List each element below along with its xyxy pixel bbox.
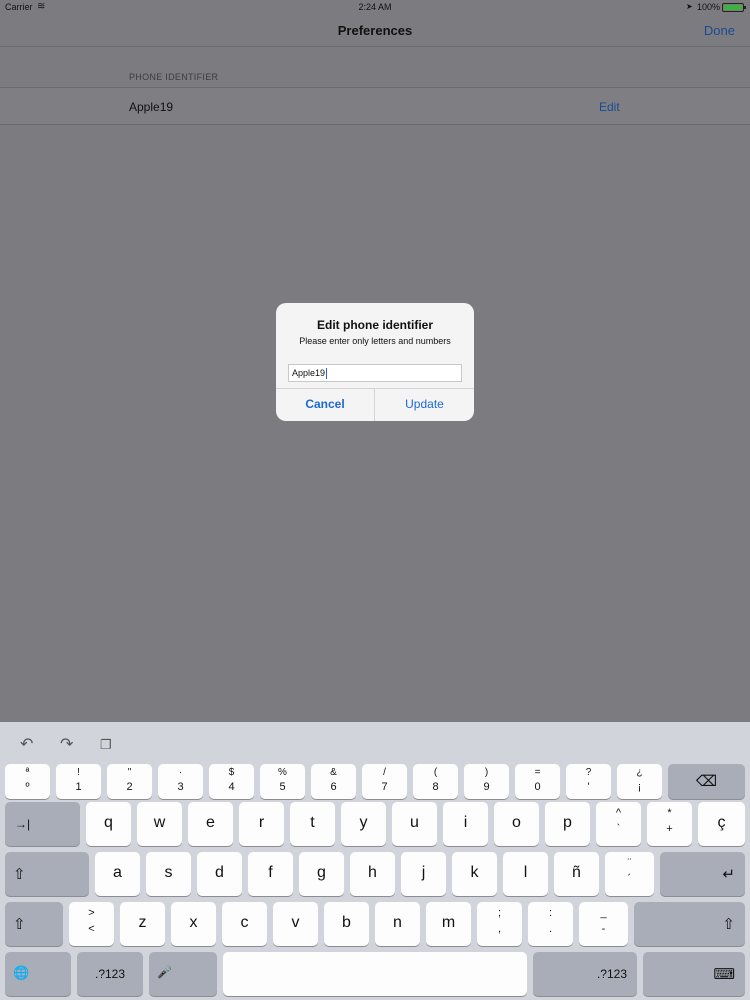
navigation-bar: Preferences Done — [0, 14, 750, 47]
key-q[interactable]: q — [86, 802, 131, 846]
key-star[interactable]: * + — [647, 802, 692, 846]
key-k[interactable]: k — [452, 852, 497, 896]
battery-percent: 100% — [697, 2, 721, 12]
key-t[interactable]: t — [290, 802, 335, 846]
hide-keyboard-key[interactable]: ⌨ — [643, 952, 745, 996]
caps-lock-icon: ⇧ — [13, 866, 26, 883]
delete-icon: ⌫ — [695, 773, 718, 790]
undo-icon[interactable]: ↶ — [20, 734, 33, 754]
battery-icon — [722, 3, 746, 12]
key-diaeresis[interactable]: ¨ ´ — [605, 852, 654, 896]
return-key[interactable]: ↵ — [660, 852, 745, 896]
numbers-key-right[interactable]: .?123 — [533, 952, 637, 996]
identifier-input-value: Apple19 — [292, 368, 326, 378]
shift-icon: ⇧ — [722, 916, 735, 933]
key-11[interactable]: = 0 — [515, 764, 560, 799]
globe-key[interactable]: 🌐 — [5, 952, 71, 996]
key-w[interactable]: w — [137, 802, 182, 846]
key-m[interactable]: m — [426, 902, 471, 946]
numbers-key-left[interactable]: .?123 — [77, 952, 143, 996]
caps-lock-key[interactable]: ⇧ — [5, 852, 89, 896]
key-b[interactable]: b — [324, 902, 369, 946]
key-9[interactable]: (8 — [413, 764, 458, 799]
key-p[interactable]: p — [545, 802, 590, 846]
redo-icon[interactable]: ↷ — [60, 734, 73, 754]
key-a[interactable]: a — [95, 852, 140, 896]
hide-keyboard-icon: ⌨ — [713, 966, 735, 983]
dialog-title: Edit phone identifier — [317, 318, 433, 332]
space-bar[interactable] — [223, 952, 527, 996]
text-cursor — [326, 368, 328, 380]
key-4[interactable]: · 3 — [158, 764, 203, 799]
key-angle[interactable]: > < — [69, 902, 114, 946]
keyboard: ↶ ↷ ❐ ªº ! 1 " 2 · 3 $4 % 5 & 6 /7 (8 ) 9 = 0 ?… — [0, 722, 750, 1000]
dialog-message: Please enter only letters and numbers — [299, 336, 451, 346]
key-caret[interactable]: ^ ` — [596, 802, 641, 846]
identifier-input[interactable]: Apple19 — [288, 364, 462, 382]
key-x[interactable]: x — [171, 902, 216, 946]
key-f[interactable]: f — [248, 852, 293, 896]
key-d[interactable]: d — [197, 852, 242, 896]
key-13[interactable]: ¿ ¡ — [617, 764, 662, 799]
tab-key[interactable]: →| — [5, 802, 80, 846]
key-h[interactable]: h — [350, 852, 395, 896]
key-n-tilde[interactable]: ñ — [554, 852, 599, 896]
globe-icon: 🌐 — [13, 965, 30, 980]
cancel-button[interactable]: Cancel — [276, 388, 374, 421]
key-o[interactable]: o — [494, 802, 539, 846]
key-5[interactable]: $4 — [209, 764, 254, 799]
key-y[interactable]: y — [341, 802, 386, 846]
location-icon: ➤ — [686, 2, 693, 11]
key-c-cedilla[interactable]: ç — [698, 802, 745, 846]
key-1[interactable]: ªº — [5, 764, 50, 799]
key-2[interactable]: ! 1 — [56, 764, 101, 799]
right-shift-key[interactable]: ⇧ — [634, 902, 745, 946]
done-button[interactable]: Done — [704, 23, 735, 38]
key-r[interactable]: r — [239, 802, 284, 846]
key-e[interactable]: e — [188, 802, 233, 846]
page-title: Preferences — [337, 23, 413, 38]
key-7[interactable]: & 6 — [311, 764, 356, 799]
key-n[interactable]: n — [375, 902, 420, 946]
key-12[interactable]: ? ' — [566, 764, 611, 799]
status-time: 2:24 AM — [358, 2, 392, 12]
section-header: PHONE IDENTIFIER — [129, 72, 219, 82]
paste-icon[interactable]: ❐ — [100, 737, 112, 753]
key-s[interactable]: s — [146, 852, 191, 896]
key-colon[interactable]: :. — [528, 902, 573, 946]
key-v[interactable]: v — [273, 902, 318, 946]
key-c[interactable]: c — [222, 902, 267, 946]
key-3[interactable]: " 2 — [107, 764, 152, 799]
shift-icon: ⇧ — [13, 916, 26, 933]
phone-identifier-cell: Apple19 Edit — [0, 87, 750, 125]
status-bar: Carrier ≋ 2:24 AM ➤ 100% — [0, 0, 750, 14]
update-button[interactable]: Update — [375, 388, 474, 421]
key-10[interactable]: ) 9 — [464, 764, 509, 799]
edit-identifier-dialog: Edit phone identifier Please enter only … — [276, 303, 474, 421]
dictation-key[interactable]: 🎤 — [149, 952, 217, 996]
shortcut-bar: ↶ ↷ ❐ — [0, 722, 750, 762]
key-z[interactable]: z — [120, 902, 165, 946]
key-l[interactable]: l — [503, 852, 548, 896]
key-u[interactable]: u — [392, 802, 437, 846]
key-i[interactable]: i — [443, 802, 488, 846]
microphone-icon: 🎤 — [157, 965, 172, 979]
phone-identifier-value: Apple19 — [129, 100, 174, 114]
key-6[interactable]: % 5 — [260, 764, 305, 799]
key-g[interactable]: g — [299, 852, 344, 896]
return-icon: ↵ — [722, 866, 735, 883]
left-shift-key[interactable]: ⇧ — [5, 902, 63, 946]
key-j[interactable]: j — [401, 852, 446, 896]
edit-button[interactable]: Edit — [599, 100, 620, 114]
tab-icon: →| — [15, 817, 31, 831]
key-semicolon[interactable]: ;, — [477, 902, 522, 946]
key-8[interactable]: /7 — [362, 764, 407, 799]
delete-key[interactable]: ⌫ — [668, 764, 745, 799]
key-underscore[interactable]: _ - — [579, 902, 628, 946]
